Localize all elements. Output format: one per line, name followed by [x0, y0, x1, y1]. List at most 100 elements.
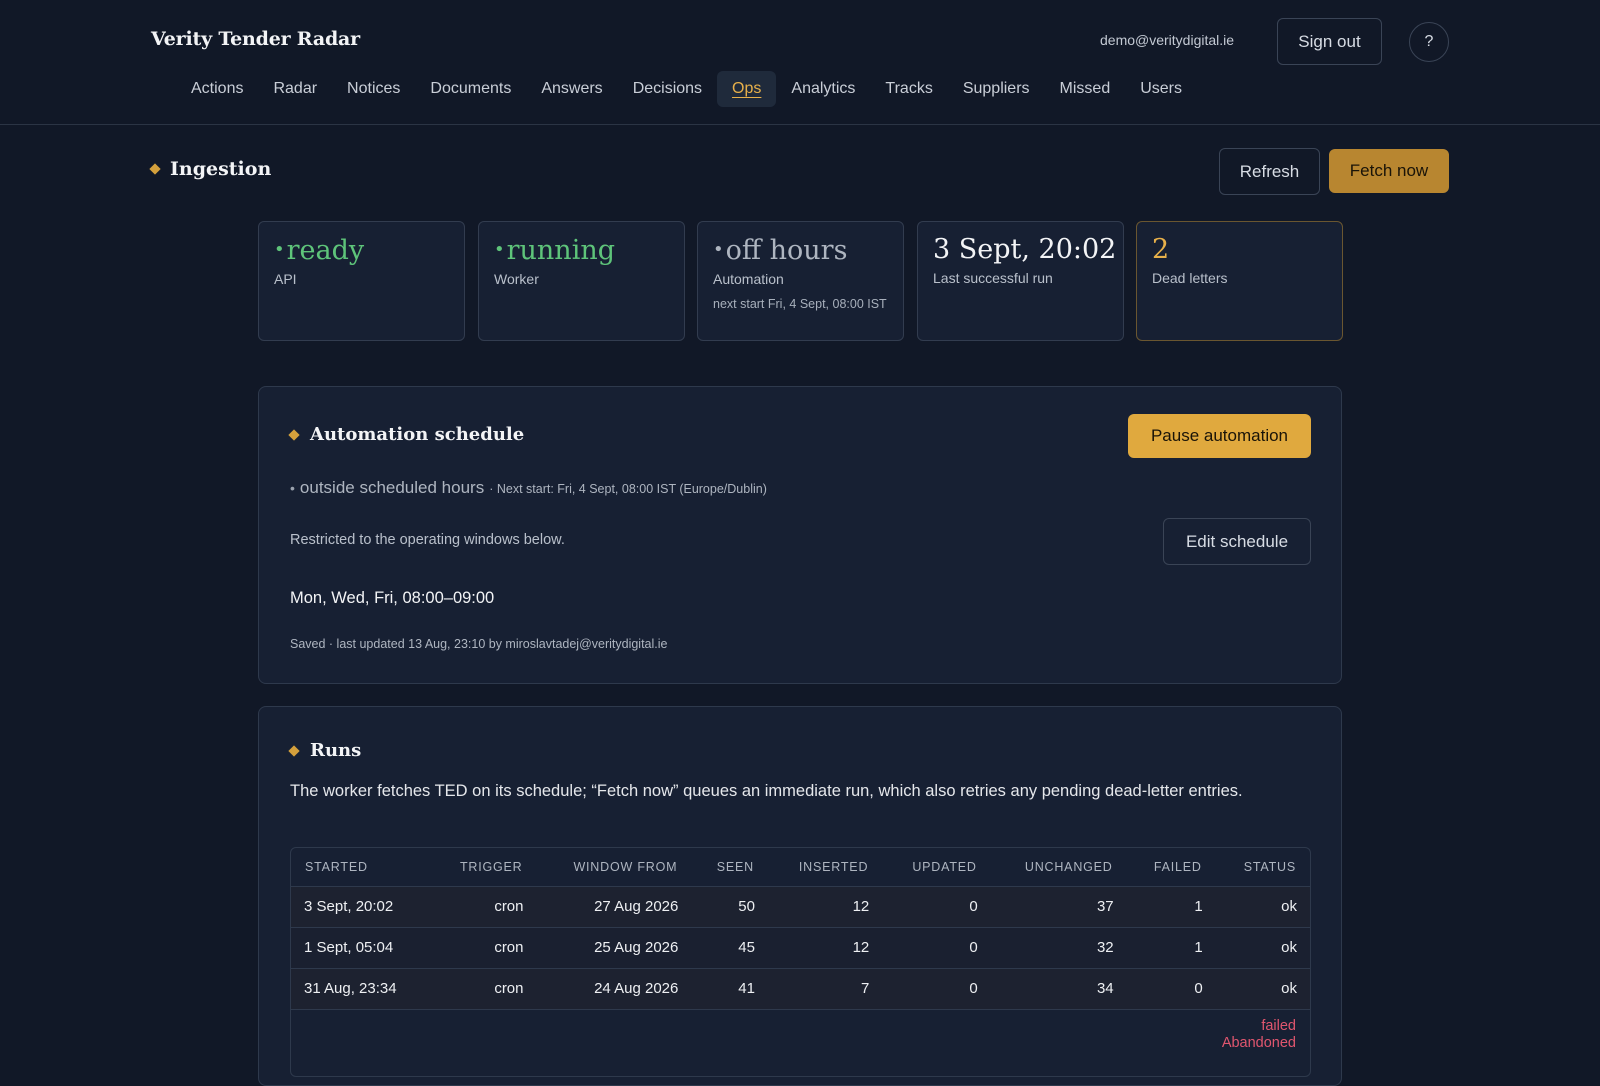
- nav-item-tracks[interactable]: Tracks: [870, 71, 947, 107]
- table-cell-inserted: 12: [767, 886, 883, 928]
- status-card-label: API: [274, 271, 297, 287]
- panel-title-text: Runs: [310, 740, 362, 761]
- column-header-unchanged[interactable]: UNCHANGED: [990, 848, 1127, 887]
- table-cell-failed: 0: [1126, 968, 1216, 1010]
- column-header-trigger[interactable]: TRIGGER: [430, 848, 537, 887]
- nav-item-answers[interactable]: Answers: [526, 71, 617, 107]
- nav-item-radar[interactable]: Radar: [258, 71, 332, 107]
- table-cell-window-from: 24 Aug 2026: [536, 968, 692, 1010]
- status-dot-icon: •: [290, 480, 295, 496]
- nav-item-missed[interactable]: Missed: [1045, 71, 1126, 107]
- status-card-label: Dead letters: [1152, 270, 1228, 286]
- table-cell-updated: 0: [882, 968, 991, 1010]
- table-cell-updated: 0: [882, 927, 991, 969]
- runs-description: The worker fetches TED on its schedule; …: [290, 782, 1243, 800]
- nav-item-users[interactable]: Users: [1125, 71, 1197, 107]
- restrict-note: Restricted to the operating windows belo…: [290, 532, 565, 548]
- nav-item-notices[interactable]: Notices: [332, 71, 415, 107]
- table-header: STARTED TRIGGER WINDOW FROM SEEN INSERTED UPD…: [291, 848, 1310, 887]
- status-card-dead-letters: 2 Dead letters: [1136, 221, 1343, 341]
- status-failed: failed: [1261, 1017, 1296, 1034]
- status-card-value: •off hours: [713, 234, 888, 267]
- status-abandoned: Abandoned: [1221, 1034, 1296, 1051]
- nav-item-actions[interactable]: Actions: [176, 71, 258, 107]
- edit-schedule-button[interactable]: Edit schedule: [1163, 518, 1311, 565]
- user-email: demo@veritydigital.ie: [1100, 32, 1235, 48]
- nav-item-analytics[interactable]: Analytics: [776, 71, 870, 107]
- refresh-button[interactable]: Refresh: [1219, 148, 1320, 195]
- automation-schedule-panel: Automation schedule Pause automation • o…: [258, 386, 1342, 684]
- table-cell-seen: 45: [691, 927, 768, 969]
- diamond-icon: [288, 744, 300, 757]
- nav-item-ops[interactable]: Ops: [717, 71, 777, 107]
- table-cell-window-from: 27 Aug 2026: [536, 886, 692, 928]
- column-header-status[interactable]: STATUS: [1215, 848, 1310, 887]
- panel-title: Runs: [288, 740, 362, 761]
- column-header-started[interactable]: STARTED: [291, 848, 431, 887]
- status-card-value-text: 2: [1152, 234, 1170, 265]
- table-cell-unchanged: 34: [990, 968, 1127, 1010]
- column-header-window-from[interactable]: WINDOW FROM: [536, 848, 692, 887]
- table-row[interactable]: 3 Sept, 20:02 cron 27 Aug 2026 50 12 0 37 1 ok: [291, 886, 1310, 928]
- status-card-value-text: running: [506, 235, 616, 266]
- runs-panel: Runs The worker fetches TED on its sched…: [258, 706, 1342, 1086]
- status-card-value: 3 Sept, 20:02: [933, 234, 1116, 266]
- table-cell-failed: 1: [1126, 927, 1216, 969]
- table-cell-unchanged: 37: [990, 886, 1127, 928]
- top-header: Verity Tender Radar demo@veritydigital.i…: [0, 0, 1600, 125]
- column-header-updated[interactable]: UPDATED: [882, 848, 991, 887]
- table-cell-trigger: cron: [430, 968, 537, 1010]
- status-card-last-successful-run: 3 Sept, 20:02 Last successful run: [917, 221, 1124, 341]
- table-row[interactable]: 1 Sept, 05:04 cron 25 Aug 2026 45 12 0 32 1 ok: [291, 927, 1310, 969]
- table-cell-seen: 41: [691, 968, 768, 1010]
- table-cell-inserted: 7: [767, 968, 883, 1010]
- status-dot-icon: •: [494, 239, 505, 260]
- status-card-value-text: 3 Sept, 20:02: [933, 234, 1117, 265]
- nav-item-documents[interactable]: Documents: [415, 71, 526, 107]
- fetch-now-button[interactable]: Fetch now: [1329, 149, 1449, 193]
- status-card-label: Worker: [494, 271, 539, 287]
- status-card-value-text: off hours: [725, 235, 848, 266]
- column-header-failed[interactable]: FAILED: [1126, 848, 1216, 887]
- table-cell-started: 3 Sept, 20:02: [291, 886, 431, 928]
- status-card-value-text: ready: [286, 235, 365, 266]
- app-title[interactable]: Verity Tender Radar: [151, 28, 360, 50]
- status-card-label: Last successful run: [933, 270, 1053, 286]
- status-dot-icon: •: [713, 239, 724, 260]
- table-cell-updated: 0: [882, 886, 991, 928]
- help-button[interactable]: ?: [1409, 22, 1449, 62]
- table-cell-window-from: 25 Aug 2026: [536, 927, 692, 969]
- diamond-icon: [288, 428, 300, 441]
- sign-out-button[interactable]: Sign out: [1277, 18, 1382, 65]
- main-nav: Actions Radar Notices Documents Answers Decis…: [176, 71, 1197, 107]
- table-cell-seen: 50: [691, 886, 768, 928]
- status-card-subtext: next start Fri, 4 Sept, 08:00 IST: [713, 297, 887, 311]
- column-header-inserted[interactable]: INSERTED: [767, 848, 883, 887]
- table-cell-status: ok: [1215, 886, 1310, 928]
- table-cell-status: ok: [1215, 968, 1310, 1010]
- status-card-worker: •running Worker: [478, 221, 685, 341]
- panel-title: Automation schedule: [288, 424, 525, 445]
- diamond-icon: [149, 163, 161, 175]
- status-card-automation: •off hours Automation next start Fri, 4 Se…: [697, 221, 904, 341]
- pause-automation-button[interactable]: Pause automation: [1128, 414, 1311, 458]
- table-cell-status: ok: [1215, 927, 1310, 969]
- partial-row-status: failed Abandoned: [291, 1010, 1310, 1052]
- nav-item-suppliers[interactable]: Suppliers: [948, 71, 1045, 107]
- status-card-value: •running: [494, 234, 669, 267]
- column-header-seen[interactable]: SEEN: [691, 848, 768, 887]
- schedule-state-text: outside scheduled hours: [299, 478, 485, 497]
- nav-item-decisions[interactable]: Decisions: [618, 71, 717, 107]
- saved-status: Saved · last updated 13 Aug, 23:10 by mi…: [290, 637, 668, 651]
- table-cell-inserted: 12: [767, 927, 883, 969]
- table-row[interactable]: 31 Aug, 23:34 cron 24 Aug 2026 41 7 0 34 0 ok: [291, 968, 1310, 1010]
- table-cell-started: 1 Sept, 05:04: [291, 927, 431, 969]
- status-card-label: Automation: [713, 271, 784, 287]
- schedule-state: • outside scheduled hours · Next start: …: [290, 478, 767, 498]
- page-title: Ingestion: [149, 158, 272, 180]
- table-cell-trigger: cron: [430, 927, 537, 969]
- panel-title-text: Automation schedule: [310, 424, 525, 445]
- table-cell-failed: 1: [1126, 886, 1216, 928]
- runs-table: STARTED TRIGGER WINDOW FROM SEEN INSERTED UPD…: [290, 847, 1311, 1077]
- page-title-text: Ingestion: [170, 158, 272, 180]
